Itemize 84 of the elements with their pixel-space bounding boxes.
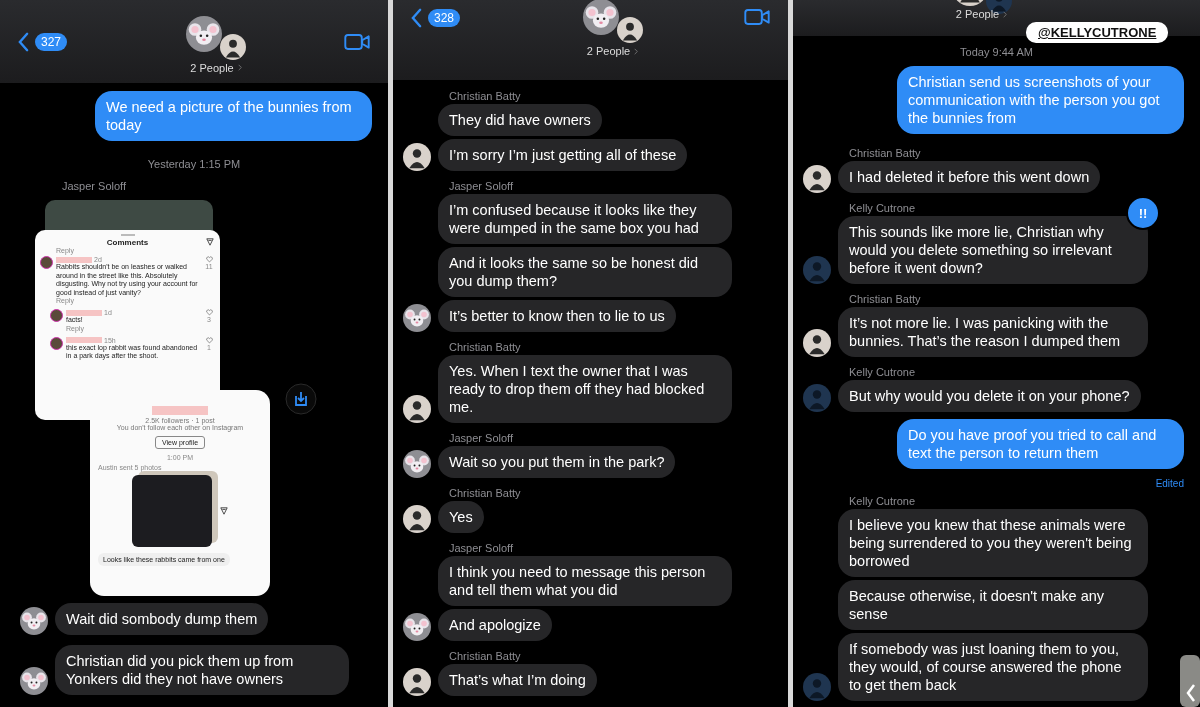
- sender-name: Kelly Cutrone: [849, 366, 916, 378]
- mouse-avatar-icon: [186, 15, 222, 52]
- sender-name: Jasper Soloff: [449, 432, 513, 444]
- user-avatar: [803, 256, 831, 284]
- send-icon: [220, 507, 228, 515]
- download-button-icon[interactable]: [285, 383, 317, 415]
- group-members-label[interactable]: 2 People: [955, 8, 1000, 20]
- received-message: But why would you delete it on your phone?: [838, 380, 1141, 412]
- user-avatar: [803, 329, 831, 357]
- commenter-avatar: [50, 336, 63, 350]
- sender-name: Kelly Cutrone: [849, 495, 916, 507]
- user-avatar: [403, 395, 431, 423]
- video-call-icon[interactable]: [744, 8, 770, 26]
- sender-name: Jasper Soloff: [449, 542, 513, 554]
- heart-icon: [205, 336, 213, 344]
- sent-message: Do you have proof you tried to call and text the person to return them: [897, 419, 1184, 469]
- commenter-avatar: [40, 256, 53, 269]
- user-avatar: [803, 673, 831, 701]
- received-message: That’s what I’m doing: [438, 664, 597, 696]
- sent-message: We need a picture of the bunnies from today: [95, 91, 372, 141]
- received-message: I think you need to message this person and tell them what you did: [438, 556, 732, 606]
- redacted-username: [152, 406, 208, 415]
- sent-message: Christian send us screenshots of your communication with the person you got the bunnies from: [897, 66, 1184, 134]
- received-message: It’s not more lie. I was panicking with the bunnies. That’s the reason I dumped them: [838, 307, 1148, 357]
- send-icon: [206, 238, 214, 246]
- user-avatar: [616, 17, 643, 43]
- timestamp: Today 9:44 AM: [960, 46, 1033, 58]
- heart-icon: [205, 256, 213, 263]
- redacted-username: [66, 337, 102, 343]
- mouse-avatar-icon: [582, 0, 619, 35]
- edited-label: Edited: [1155, 478, 1184, 489]
- received-message: Wait did sombody dump them: [55, 603, 269, 635]
- commenter-avatar: [50, 309, 63, 322]
- chevron-icon: [1003, 10, 1008, 18]
- group-members-label[interactable]: 2 People: [586, 45, 631, 57]
- received-message: If somebody was just loaning them to you, they would, of course answered the phone to get them back: [838, 633, 1148, 701]
- redacted-username: [56, 256, 92, 263]
- sender-name: Jasper Soloff: [449, 180, 513, 192]
- received-message: I had deleted it before this went down: [838, 161, 1101, 193]
- sender-name: Christian Batty: [849, 147, 921, 159]
- user-avatar: [803, 165, 831, 193]
- group-members-label[interactable]: 2 People: [190, 61, 234, 74]
- sender-name: Kelly Cutrone: [849, 202, 916, 214]
- heart-icon: [205, 309, 213, 316]
- back-chevron-icon[interactable]: [411, 8, 422, 28]
- mouse-avatar-icon: [403, 613, 431, 641]
- comments-title: Comments: [106, 238, 149, 247]
- back-chevron-icon[interactable]: [18, 31, 29, 52]
- sender-name: Christian Batty: [449, 650, 521, 662]
- sender-name: Christian Batty: [449, 341, 521, 353]
- received-message: I’m confused because it looks like they were dumped in the same box you had: [438, 194, 732, 244]
- received-message: They did have owners: [438, 104, 602, 136]
- mouse-avatar-icon: [403, 304, 431, 332]
- drag-handle: [120, 234, 135, 236]
- mention-sticker: @KELLYCUTRONE: [1026, 22, 1169, 43]
- user-avatar: [220, 33, 246, 60]
- user-avatar: [403, 505, 431, 533]
- received-message: It’s better to know then to lie to us: [438, 300, 676, 332]
- received-message: I believe you knew that these animals were being surrendered to you they weren't being borrowed: [838, 509, 1148, 577]
- user-avatar: [403, 143, 431, 171]
- received-message: And it looks the same so be honest did you dump them?: [438, 247, 732, 297]
- received-message: Wait so you put them in the park?: [438, 446, 676, 478]
- timestamp: Yesterday 1:15 PM: [147, 158, 241, 170]
- reaction-badge: !!: [1126, 196, 1160, 230]
- sender-name: Christian Batty: [449, 487, 521, 499]
- user-avatar: [803, 384, 831, 412]
- received-message: And apologize: [438, 609, 552, 641]
- received-message: I’m sorry I’m just getting all of these: [438, 139, 688, 171]
- mouse-avatar-icon: [20, 667, 48, 695]
- received-message: Yes. When I text the owner that I was ready to drop them off they had blocked me.: [438, 355, 732, 423]
- received-message: Christian did you pick them up from Yonkers did they not have owners: [55, 645, 349, 695]
- video-call-icon[interactable]: [344, 32, 370, 51]
- sender-name: Christian Batty: [849, 293, 921, 305]
- mouse-avatar-icon: [403, 450, 431, 478]
- sender-name: Jasper Soloff: [62, 180, 126, 192]
- mouse-avatar-icon: [20, 607, 48, 635]
- user-avatar: [403, 668, 431, 696]
- sender-name: Christian Batty: [449, 90, 521, 102]
- received-message: Because otherwise, it doesn't make any sense: [838, 580, 1148, 630]
- side-handle-icon[interactable]: [1180, 655, 1200, 707]
- chevron-icon: [634, 47, 639, 55]
- redacted-username: [66, 309, 102, 316]
- received-message: Yes: [438, 501, 484, 533]
- chevron-icon: [237, 64, 242, 71]
